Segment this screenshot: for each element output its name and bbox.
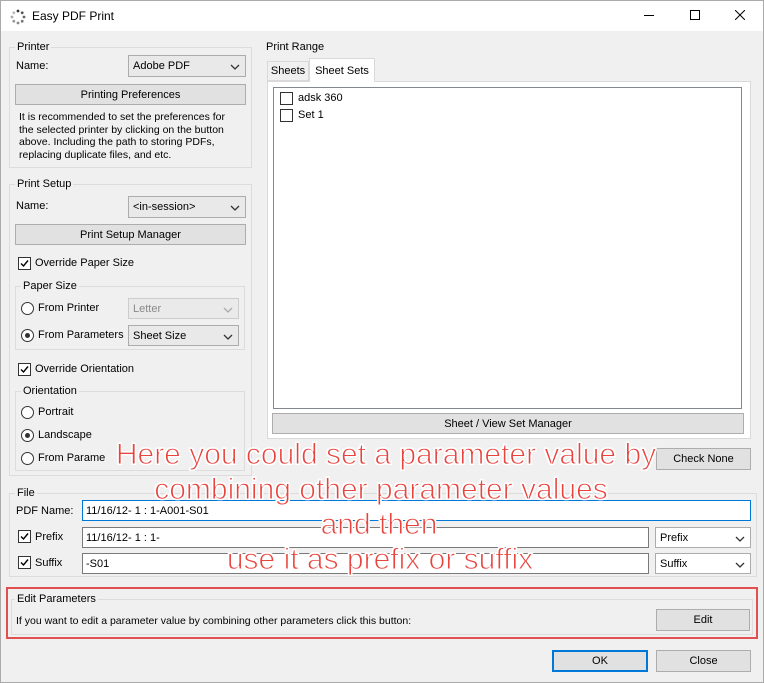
orientation-group-label: Orientation bbox=[21, 385, 79, 397]
ok-button[interactable]: OK bbox=[552, 650, 648, 672]
chevron-down-icon bbox=[230, 62, 240, 70]
print-setup-name-value: <in-session> bbox=[133, 201, 196, 213]
sheet-set-checkbox-adsk-360[interactable] bbox=[280, 92, 293, 105]
from-printer-radio[interactable] bbox=[21, 302, 34, 315]
printer-note-line: the selected printer by clicking on the … bbox=[19, 123, 224, 136]
title-bar[interactable]: Easy PDF Print bbox=[1, 1, 763, 31]
chevron-down-icon bbox=[223, 305, 233, 313]
chevron-down-icon bbox=[230, 203, 240, 211]
printer-name-label: Name: bbox=[16, 60, 49, 72]
maximize-button[interactable] bbox=[672, 1, 718, 31]
close-button[interactable]: Close bbox=[656, 650, 751, 672]
override-orientation-checkbox[interactable] bbox=[18, 363, 31, 376]
tab-sheet-sets[interactable]: Sheet Sets bbox=[309, 58, 375, 82]
portrait-radio[interactable] bbox=[21, 406, 34, 419]
print-range-group-label: Print Range bbox=[264, 41, 327, 53]
from-parameters-value: Sheet Size bbox=[133, 329, 187, 342]
printer-note-line: It is recommended to set the preferences… bbox=[19, 111, 226, 123]
from-printer-value: Letter bbox=[133, 302, 162, 315]
print-setup-name-select[interactable]: <in-session> bbox=[128, 196, 246, 218]
print-setup-name-label: Name: bbox=[16, 200, 49, 212]
sheet-sets-list[interactable]: adsk 360 Set 1 bbox=[273, 87, 742, 409]
portrait-label: Portrait bbox=[38, 406, 74, 418]
override-paper-size-label: Override Paper Size bbox=[35, 257, 135, 269]
app-icon bbox=[10, 9, 26, 25]
printer-name-select[interactable]: Adobe PDF bbox=[128, 55, 246, 77]
sheet-set-checkbox-set-1[interactable] bbox=[280, 109, 293, 122]
printer-note: It is recommended to set the preferences… bbox=[19, 111, 247, 161]
override-paper-size-checkbox[interactable] bbox=[18, 257, 31, 270]
override-orientation-label: Override Orientation bbox=[35, 363, 135, 375]
print-setup-group-label: Print Setup bbox=[15, 178, 74, 190]
from-parameters-select[interactable]: Sheet Size bbox=[128, 325, 239, 346]
paper-size-group-label: Paper Size bbox=[21, 280, 79, 292]
from-printer-label: From Printer bbox=[38, 302, 100, 314]
from-parameters-label: From Parameters bbox=[38, 329, 124, 341]
minimize-icon bbox=[644, 9, 654, 23]
printer-group-label: Printer bbox=[15, 41, 52, 53]
close-icon bbox=[734, 9, 746, 23]
print-setup-manager-button[interactable]: Print Setup Manager bbox=[15, 224, 246, 245]
chevron-down-icon bbox=[223, 332, 233, 340]
annotation-line: use it as prefix or suffix bbox=[226, 543, 534, 577]
window-title: Easy PDF Print bbox=[32, 9, 115, 23]
from-parameters-radio[interactable] bbox=[21, 329, 34, 342]
close-window-button[interactable] bbox=[717, 1, 763, 31]
annotation-line: and then bbox=[320, 508, 438, 542]
printer-note-line: above. Including the path to storing PDF… bbox=[19, 136, 215, 148]
annotation-line: Here you could set a parameter value by bbox=[115, 438, 657, 472]
minimize-button[interactable] bbox=[626, 1, 672, 31]
printing-preferences-button[interactable]: Printing Preferences bbox=[15, 84, 246, 105]
sheet-view-set-manager-button[interactable]: Sheet / View Set Manager bbox=[272, 413, 744, 434]
sheet-set-label: Set 1 bbox=[298, 109, 324, 121]
easy-pdf-print-window: Easy PDF Print Printer Name: Adobe PDF P… bbox=[0, 0, 764, 683]
from-printer-select: Letter bbox=[128, 298, 239, 319]
annotation-line: combining other parameter values bbox=[154, 473, 609, 507]
printer-name-value: Adobe PDF bbox=[133, 60, 190, 72]
printer-note-line: replacing duplicate files, and etc. bbox=[19, 148, 172, 161]
maximize-icon bbox=[690, 9, 700, 23]
sheet-set-label: adsk 360 bbox=[298, 92, 343, 104]
tab-sheets[interactable]: Sheets bbox=[267, 61, 309, 81]
highlight-box bbox=[6, 587, 758, 639]
